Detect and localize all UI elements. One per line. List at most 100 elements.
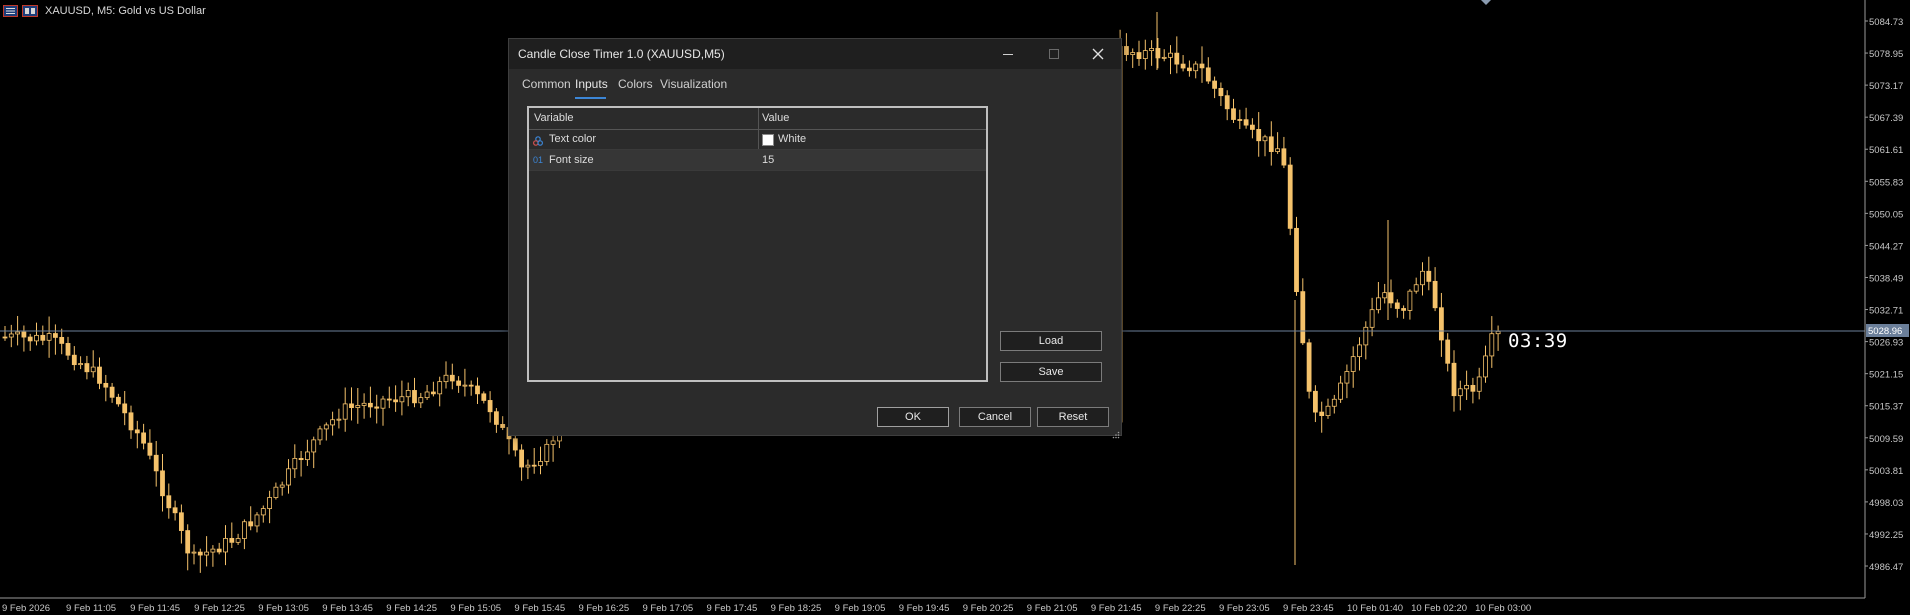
variable-value[interactable]: White bbox=[778, 133, 806, 145]
candle-body bbox=[493, 411, 499, 425]
tab-colors[interactable]: Colors bbox=[618, 77, 653, 91]
cancel-button[interactable]: Cancel bbox=[959, 407, 1031, 427]
price-tick-label: 4986.47 bbox=[1869, 562, 1903, 573]
candle-body bbox=[53, 333, 58, 338]
variable-name: Font size bbox=[549, 154, 594, 166]
candle-body bbox=[27, 336, 33, 342]
price-tick-label: 5084.73 bbox=[1869, 17, 1903, 28]
candle-body bbox=[46, 333, 52, 341]
table-row-font-size[interactable]: 01 Font size 15 bbox=[529, 150, 986, 171]
candle-body bbox=[1294, 227, 1299, 293]
candle-body bbox=[1464, 384, 1469, 390]
candle-body bbox=[1325, 405, 1331, 417]
candle-body bbox=[241, 521, 247, 539]
candle-body bbox=[519, 449, 524, 468]
candle-body bbox=[462, 384, 468, 387]
candle-body bbox=[1313, 390, 1318, 413]
variable-name: Text color bbox=[549, 133, 597, 145]
price-tick-label: 5038.49 bbox=[1869, 273, 1903, 284]
candle-body bbox=[90, 366, 96, 373]
candle-body bbox=[185, 530, 191, 554]
save-button[interactable]: Save bbox=[1000, 362, 1102, 382]
candle-body bbox=[197, 551, 203, 556]
candle-body bbox=[512, 438, 518, 451]
candle-body bbox=[386, 398, 392, 401]
candle-body bbox=[147, 442, 153, 456]
time-tick-label: 9 Feb 17:45 bbox=[707, 603, 758, 614]
candle-body bbox=[531, 464, 537, 467]
column-header-variable: Variable bbox=[534, 112, 574, 124]
variable-value[interactable]: 15 bbox=[762, 154, 774, 166]
price-tick-label: 5044.27 bbox=[1869, 241, 1903, 252]
candle-body bbox=[1212, 80, 1217, 89]
candle-body bbox=[122, 403, 128, 414]
candle-body bbox=[1495, 330, 1501, 335]
reset-button[interactable]: Reset bbox=[1037, 407, 1109, 427]
time-tick-label: 9 Feb 11:05 bbox=[66, 603, 116, 614]
candle-body bbox=[216, 548, 222, 553]
candle-body bbox=[487, 400, 493, 413]
minimize-button[interactable] bbox=[985, 39, 1031, 69]
tab-inputs[interactable]: Inputs bbox=[575, 77, 608, 91]
candle-body bbox=[349, 403, 354, 409]
time-tick-label: 9 Feb 2026 bbox=[2, 603, 50, 614]
candle-body bbox=[235, 538, 241, 543]
candle-body bbox=[1256, 129, 1262, 142]
tab-visualization[interactable]: Visualization bbox=[660, 77, 727, 91]
time-tick-label: 10 Feb 02:20 bbox=[1411, 603, 1467, 614]
candle-body bbox=[191, 551, 197, 554]
candle-body bbox=[468, 384, 474, 387]
candle-body bbox=[1262, 136, 1268, 142]
candle-body bbox=[1168, 52, 1173, 58]
color-swatch[interactable] bbox=[762, 134, 774, 146]
candle-body bbox=[500, 424, 506, 428]
maximize-button[interactable] bbox=[1031, 39, 1077, 69]
candle-body bbox=[418, 397, 424, 404]
candle-body bbox=[1224, 95, 1230, 110]
resize-grip-icon[interactable] bbox=[1112, 426, 1120, 439]
color-palette-icon bbox=[532, 133, 544, 151]
price-tick-label: 5050.05 bbox=[1869, 209, 1903, 220]
load-button[interactable]: Load bbox=[1000, 331, 1102, 351]
current-price-tag: 5028.96 bbox=[1866, 324, 1909, 337]
price-tick-label: 5078.95 bbox=[1869, 49, 1903, 60]
ok-button[interactable]: OK bbox=[877, 407, 949, 427]
one-click-trading-icon[interactable] bbox=[22, 4, 38, 18]
candle-body bbox=[298, 458, 304, 461]
candle-body bbox=[1401, 308, 1406, 311]
menu-icon[interactable] bbox=[2, 4, 18, 18]
tab-common[interactable]: Common bbox=[522, 77, 571, 91]
candle-body bbox=[21, 331, 27, 338]
candle-body bbox=[311, 439, 317, 453]
time-tick-label: 10 Feb 03:00 bbox=[1475, 603, 1531, 614]
candle-body bbox=[279, 484, 285, 488]
candle-body bbox=[1451, 362, 1457, 397]
candle-body bbox=[1388, 292, 1394, 304]
maximize-icon bbox=[1049, 49, 1059, 59]
candle-body bbox=[1476, 376, 1482, 392]
candle-body bbox=[330, 419, 336, 426]
candle-body bbox=[317, 428, 323, 441]
candle-body bbox=[1394, 302, 1400, 309]
time-tick-label: 9 Feb 21:05 bbox=[1027, 603, 1078, 614]
candle-body bbox=[109, 386, 115, 398]
table-row-text-color[interactable]: Text color White bbox=[529, 129, 986, 150]
candle-body bbox=[84, 363, 90, 373]
candle-body bbox=[405, 390, 411, 398]
candle-body bbox=[1357, 344, 1362, 358]
candle-body bbox=[141, 432, 147, 444]
candle-body bbox=[71, 354, 77, 366]
candle-body bbox=[1161, 56, 1167, 59]
candle-body bbox=[1250, 124, 1255, 130]
candle-body bbox=[336, 418, 342, 421]
time-tick-label: 9 Feb 23:45 bbox=[1283, 603, 1334, 614]
candle-body bbox=[374, 406, 380, 409]
candle-body bbox=[128, 412, 134, 431]
time-tick-label: 9 Feb 21:45 bbox=[1091, 603, 1142, 614]
close-button[interactable] bbox=[1075, 39, 1121, 69]
time-tick-label: 9 Feb 19:45 bbox=[899, 603, 950, 614]
candle-body bbox=[1439, 307, 1444, 341]
candle-body bbox=[412, 390, 417, 404]
dialog-titlebar[interactable]: Candle Close Timer 1.0 (XAUUSD,M5) bbox=[509, 39, 1121, 69]
price-tick-label: 5067.39 bbox=[1869, 113, 1903, 124]
